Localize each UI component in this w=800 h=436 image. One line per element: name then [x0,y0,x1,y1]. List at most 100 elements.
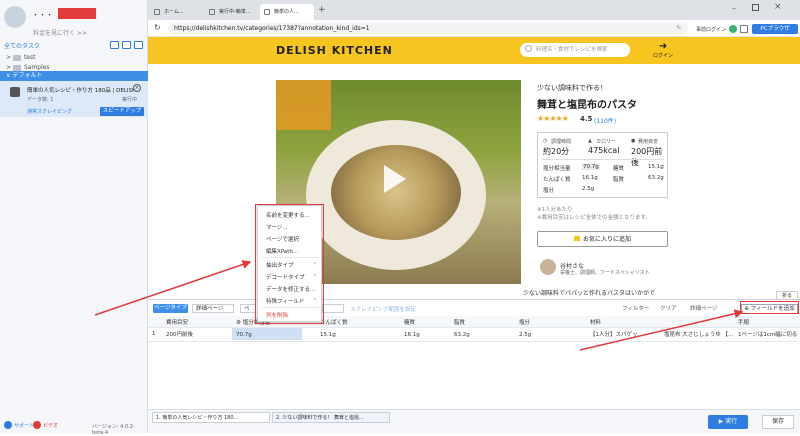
task-tab-2[interactable]: 2. 少ない調味料で作る！ 舞茸と塩昆... [272,412,390,423]
review-count-link[interactable]: (110件) [594,116,616,125]
user-name: ・・・ [32,11,53,19]
upgrade-link[interactable]: 料金を見に行く >> [33,28,87,37]
table-cell[interactable]: 2.5g [519,331,531,340]
video-link[interactable]: ビデオ [43,422,58,429]
video-icon[interactable] [33,421,41,429]
export-icon[interactable] [134,41,143,49]
support-link[interactable]: サポート [14,422,34,429]
folder-plus-icon [573,236,580,241]
fold-button[interactable]: 折る [776,291,798,300]
recipe-title: 舞茸と塩昆布のパスタ [537,100,637,111]
secondary-select[interactable]: ペ [240,304,256,313]
pc-browser-button[interactable]: PCブラウザ [752,24,798,34]
tertiary-select[interactable] [322,304,344,313]
reload-icon[interactable]: ↻ [154,23,161,32]
author-role: 栄養士、調理師、フードスペシャリスト [560,270,650,276]
clock-icon: ◷ [543,138,548,144]
add-field-highlight [740,301,799,314]
new-tab-button[interactable]: + [318,5,326,15]
table-cell[interactable]: 70.7g [236,331,252,340]
row-divider [148,341,800,342]
support-icon[interactable] [4,421,12,429]
site-logo[interactable]: DELISH KITCHEN [276,44,393,57]
recipe-subtitle: 少ない調味料で作る！ [537,84,607,92]
recipe-info-box: ◷ 調理時間 約20分 ▲ カロリー 475kcal ● 費用目安 200円前後… [537,132,668,198]
tab-running[interactable]: 実行中-簡単... [205,4,259,20]
edit-icon[interactable]: ✎ [676,24,682,32]
page-icon [154,9,160,15]
task-status: 実行中 [122,97,138,103]
page-type-select[interactable]: 詳細ページ [192,304,234,313]
divider [542,159,664,160]
close-window-icon[interactable]: × [774,2,782,12]
recipe-description: 少ない調味料でパパッと作れるパスタはいかがで [523,290,656,297]
page-icon [264,9,270,15]
table-cell[interactable]: 15.1g [320,331,336,340]
scrape-mode: 通常スクレイピング [27,109,73,115]
save-button[interactable]: 保存 [762,415,794,429]
speed-up-button[interactable]: スピードアップ [100,107,144,116]
column-header[interactable]: 糖質 [404,318,415,328]
search-icon [525,45,532,52]
site-header: DELISH KITCHEN 料理名・食材でレシピを検索 ➜ ログイン [148,37,800,64]
task-title: 簡単の人気レシピ・作り方 180品 | DELISH... [27,88,135,94]
time-value: 約20分 [543,147,570,156]
table-cell[interactable]: 200円前後 [166,331,193,340]
fire-icon: ▲ [588,138,592,144]
scroll-range-link[interactable]: スクレイピング範囲を設定 [350,305,416,313]
import-icon[interactable] [122,41,131,49]
folder-icon [12,64,21,71]
author-avatar[interactable] [540,259,556,275]
column-header[interactable]: たんぱく質 [320,318,348,328]
clear-button[interactable]: クリア [660,304,677,312]
column-header[interactable]: 費用目安 [166,318,188,328]
page-icon [209,9,215,15]
table-cell[interactable]: 塩昆布 大さじしょうゆ 【... [664,331,736,340]
avatar[interactable] [4,6,26,28]
table-cell[interactable]: 16.1g [404,331,420,340]
serving-note: ※1人分あたり [537,207,573,213]
star-rating-icon: ★★★★★ [537,114,569,123]
add-task-icon[interactable] [110,41,119,49]
column-header[interactable]: 手順 [738,318,749,328]
close-icon[interactable]: × [133,84,141,92]
add-favorite-button[interactable]: お気に入りに追加 [537,231,668,247]
address-bar: ↻ https://delishkitchen.tv/categories/17… [148,20,800,37]
page-type-button[interactable]: ページタイプ [153,304,188,313]
table-cell[interactable]: 1ページは1cm幅に切る... [738,331,798,340]
task-tab-1[interactable]: 1. 簡単の人気レシピ・作り方 180... [152,412,270,423]
minimize-icon[interactable]: – [732,4,736,13]
screen-icon[interactable] [740,25,748,33]
robot-icon [10,87,20,97]
detail-page-button[interactable]: 詳細ページ [690,304,717,312]
play-icon[interactable] [384,165,406,193]
folder-default[interactable]: ∨ デフォルト [0,71,148,81]
data-preview-panel: 折る ページタイプ 詳細ページ ペ スクレイピング範囲を設定 フィルター クリア… [148,291,800,409]
run-button[interactable]: ▶ 実行 [708,415,748,429]
redacted-name [58,8,96,19]
browser-tab-bar: ホーム... 実行中-簡単... 簡単の人... + – × [148,0,800,20]
table-cell[interactable]: 【1人分】スパゲッ... [590,331,662,340]
calorie-value: 475kcal [588,146,620,155]
filter-button[interactable]: フィルター [622,304,649,312]
chevron-right-icon: > [6,64,13,71]
tab-recipe[interactable]: 簡単の人... [260,4,314,20]
chevron-right-icon: > [6,54,13,61]
tab-home[interactable]: ホーム... [150,4,204,20]
url-input[interactable]: https://delishkitchen.tv/categories/1738… [168,23,688,34]
task-sidebar: ・・・ 料金を見に行く >> 全てのタスク > test > Samples ∨… [0,0,148,436]
login-button[interactable]: ➜ ログイン [653,41,673,59]
column-header[interactable]: 材料 [590,318,601,328]
column-header[interactable]: 脂質 [454,318,465,328]
table-cell[interactable]: 63.2g [454,331,470,340]
site-search-input[interactable]: 料理名・食材でレシピを検索 [520,43,630,57]
data-count: データ数: 1 [27,97,54,103]
maximize-icon[interactable] [752,4,759,11]
pre-login-link[interactable]: 事前ログイン [696,26,726,33]
column-header[interactable]: 塩分 [519,318,530,328]
login-icon: ➜ [658,41,668,52]
version-label: バージョン: 4.0.2-beta.4 [92,424,135,436]
all-tasks-label[interactable]: 全てのタスク [4,41,40,50]
folder-icon [12,54,21,61]
settings-icon: ⚙ [236,320,243,326]
